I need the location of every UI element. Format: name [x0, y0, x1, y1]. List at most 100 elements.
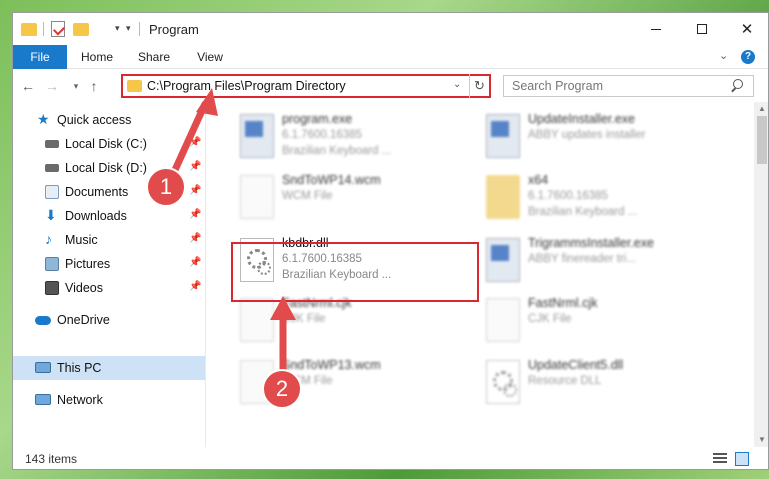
pin-icon[interactable]: 📌 — [189, 185, 201, 196]
scrollbar-thumb[interactable] — [757, 116, 767, 164]
file-name: TrigrammsInstaller.exe — [528, 236, 654, 250]
sidebar-item-downloads[interactable]: ⬇ Downloads 📌 — [13, 204, 205, 228]
file-item[interactable]: SndToWP14.wcm WCM File — [232, 169, 482, 225]
file-name: FastNrml.cjk — [528, 296, 598, 310]
search-box[interactable]: Search Program — [503, 75, 754, 97]
pin-icon[interactable]: 📌 — [189, 137, 201, 148]
sidebar-item-pictures[interactable]: Pictures 📌 — [13, 252, 205, 276]
maximize-button[interactable] — [679, 13, 725, 45]
sidebar-item-music[interactable]: ♪ Music 📌 — [13, 228, 205, 252]
file-type: CJK File — [528, 313, 572, 325]
file-item[interactable]: x64 6.1.7600.16385 Brazilian Keyboard ..… — [478, 169, 728, 225]
search-icon[interactable] — [730, 79, 744, 93]
address-bar[interactable]: C:\Program Files\Program Directory ⌄ ↻ — [121, 74, 491, 98]
navigation-bar: ← → ▾ ↑ C:\Program Files\Program Directo… — [13, 70, 768, 102]
file-item[interactable]: UpdateInstaller.exe ABBY updates install… — [478, 108, 728, 164]
drive-icon — [45, 140, 59, 148]
sidebar-item-label: Pictures — [65, 257, 111, 271]
help-icon[interactable]: ? — [741, 50, 755, 64]
forward-arrow-icon[interactable]: → — [43, 76, 61, 96]
tab-file[interactable]: File — [13, 45, 67, 69]
chevron-down-icon[interactable]: ▾ — [115, 23, 120, 34]
documents-icon — [45, 185, 59, 199]
up-arrow-icon[interactable]: ↑ — [85, 76, 103, 96]
customize-toolbar-icon[interactable]: ▾ — [126, 23, 131, 34]
file-name: UpdateClient5.dll — [528, 358, 624, 372]
close-button[interactable]: ✕ — [724, 13, 768, 45]
large-icons-view-icon[interactable] — [735, 452, 749, 466]
file-name: SndToWP13.wcm — [282, 358, 381, 372]
close-icon: ✕ — [740, 20, 754, 38]
scroll-up-icon[interactable]: ▲ — [758, 104, 766, 113]
sidebar-item-label: Local Disk (C:) — [65, 137, 147, 151]
exe-icon — [240, 114, 274, 158]
cloud-icon — [35, 316, 51, 325]
tab-share[interactable]: Share — [133, 45, 175, 69]
search-input[interactable]: Search Program — [512, 79, 603, 93]
file-explorer-window: ▾ ▾ Program ✕ File Home Share View ⌄ ? ←… — [12, 12, 769, 470]
file-type: WCM File — [282, 190, 333, 202]
chevron-down-icon[interactable]: ⌄ — [453, 79, 461, 90]
exe-icon — [486, 238, 520, 282]
pin-icon[interactable]: 📌 — [189, 209, 201, 220]
sidebar-item-label: Videos — [65, 281, 103, 295]
folder-icon — [21, 23, 37, 36]
pin-icon[interactable]: 📌 — [189, 257, 201, 268]
refresh-icon[interactable]: ↻ — [469, 74, 489, 98]
pin-icon[interactable]: 📌 — [189, 233, 201, 244]
folder-icon — [127, 80, 142, 92]
file-item[interactable]: program.exe 6.1.7600.16385 Brazilian Key… — [232, 108, 482, 164]
navigation-pane: ★ Quick access Local Disk (C:) 📌 Local D… — [13, 102, 205, 447]
file-item[interactable]: FastNrml.cjk CJK File — [478, 292, 728, 348]
file-item[interactable]: TrigrammsInstaller.exe ABBY finereader t… — [478, 232, 728, 288]
file-type: Resource DLL — [528, 375, 602, 387]
toolbar-separator — [43, 22, 44, 36]
item-count: 143 items — [25, 452, 78, 466]
document-icon — [240, 298, 274, 342]
file-item[interactable]: UpdateClient5.dll Resource DLL — [478, 354, 728, 410]
sidebar-item-label: Network — [57, 393, 103, 407]
kbdbr-highlight-box — [231, 242, 479, 302]
recent-locations-icon[interactable]: ▾ — [67, 76, 85, 96]
pictures-icon — [45, 257, 59, 271]
maximize-icon — [697, 24, 707, 34]
computer-icon — [35, 362, 51, 373]
sidebar-item-onedrive[interactable]: OneDrive — [13, 308, 205, 332]
file-type: CJK File — [282, 313, 326, 325]
network-icon — [35, 394, 51, 405]
back-arrow-icon[interactable]: ← — [19, 76, 37, 96]
new-folder-button[interactable] — [73, 23, 89, 36]
file-version: 6.1.7600.16385 — [282, 129, 362, 141]
file-name: x64 — [528, 173, 549, 187]
properties-button[interactable] — [51, 21, 65, 37]
sidebar-item-label: OneDrive — [57, 313, 110, 327]
sidebar-item-label: Documents — [65, 185, 129, 199]
sidebar-item-network[interactable]: Network — [13, 388, 205, 412]
sidebar-item-label: This PC — [57, 361, 102, 375]
ribbon-tabs: File Home Share View ⌄ ? — [13, 45, 768, 69]
minimize-button[interactable] — [633, 13, 679, 45]
scroll-down-icon[interactable]: ▼ — [758, 435, 766, 444]
annotation-step-1: 1 — [146, 167, 186, 207]
pin-icon[interactable]: 📌 — [189, 281, 201, 292]
expand-ribbon-icon[interactable]: ⌄ — [719, 49, 728, 62]
toolbar-separator — [139, 22, 140, 36]
tab-view[interactable]: View — [191, 45, 229, 69]
view-options-icon[interactable] — [97, 23, 113, 36]
minimize-icon — [651, 28, 661, 30]
file-version: 6.1.7600.16385 — [528, 190, 608, 202]
sidebar-item-quick-access[interactable]: ★ Quick access — [13, 108, 205, 132]
dll-gear-icon — [486, 360, 520, 404]
pin-icon[interactable]: 📌 — [189, 161, 201, 172]
file-description: Brazilian Keyboard ... — [282, 145, 392, 157]
details-view-icon[interactable] — [713, 453, 727, 465]
window-title: Program — [149, 22, 199, 37]
sidebar-item-local-disk-c[interactable]: Local Disk (C:) 📌 — [13, 132, 205, 156]
tab-home[interactable]: Home — [75, 45, 119, 69]
sidebar-item-label: Downloads — [65, 209, 127, 223]
sidebar-item-this-pc[interactable]: This PC — [13, 356, 205, 380]
address-path[interactable]: C:\Program Files\Program Directory — [147, 79, 346, 93]
sidebar-item-videos[interactable]: Videos 📌 — [13, 276, 205, 300]
annotation-step-2: 2 — [262, 369, 302, 409]
vertical-scrollbar[interactable]: ▲ ▼ — [754, 102, 768, 447]
